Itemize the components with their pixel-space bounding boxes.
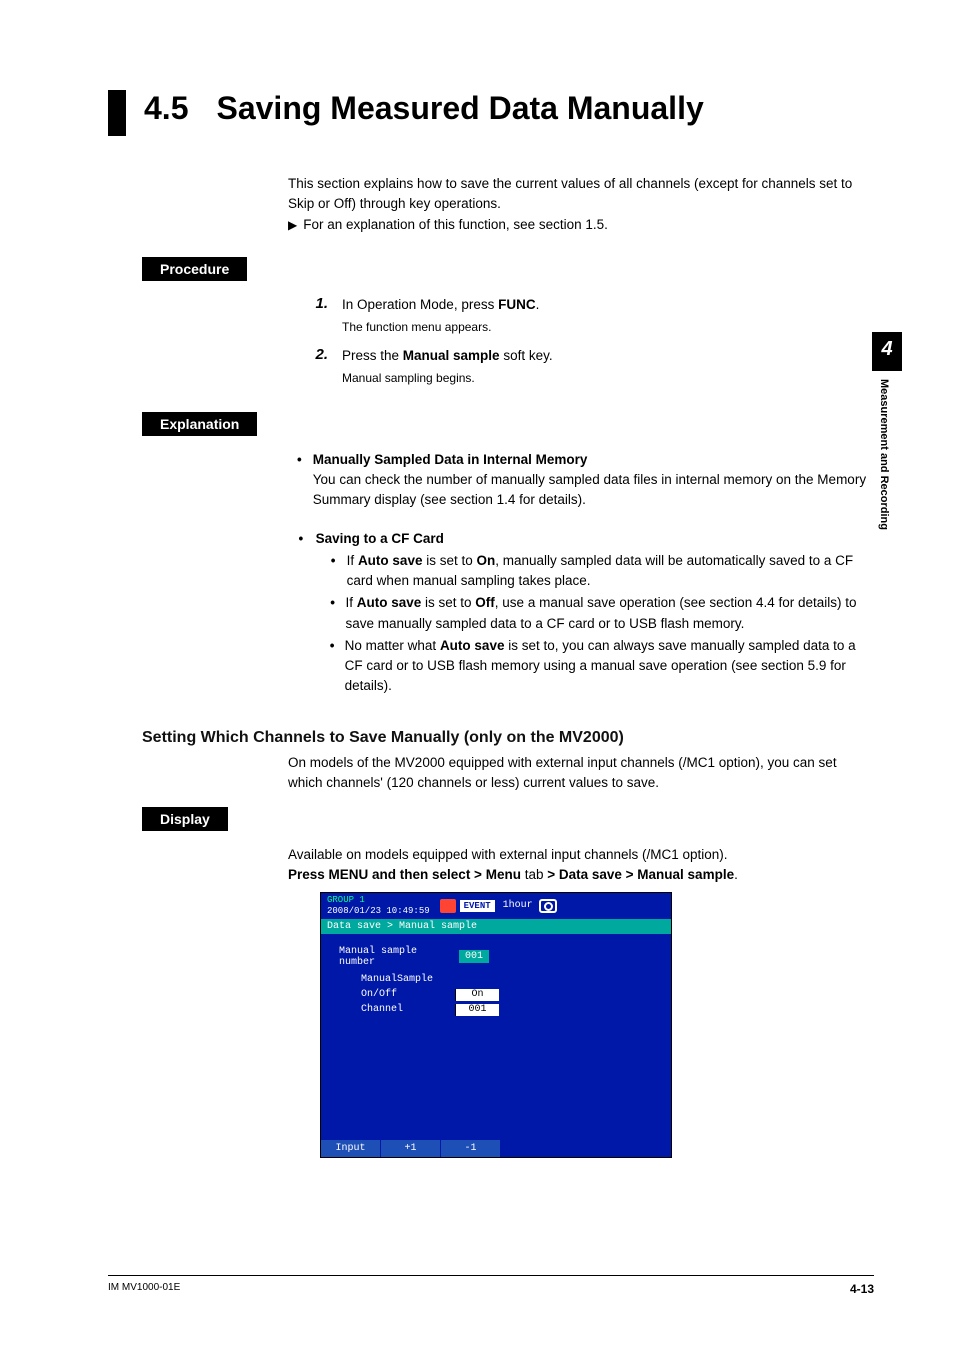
bullet-icon: • xyxy=(330,636,335,697)
procedure-step-2: 2. Press the Manual sample soft key. Man… xyxy=(308,346,874,388)
bullet-icon: • xyxy=(330,593,336,634)
explanation-content: • Manually Sampled Data in Internal Memo… xyxy=(296,450,876,699)
shot-group-label: GROUP 1 xyxy=(327,895,430,905)
shot-field-label: Manual sample number xyxy=(339,946,451,968)
shot-input-onoff[interactable]: On xyxy=(455,989,499,1001)
intro-line2: For an explanation of this function, see… xyxy=(303,215,608,235)
intro-paragraph: This section explains how to save the cu… xyxy=(288,174,868,235)
shot-timestamp: 2008/01/23 10:49:59 xyxy=(327,906,430,916)
footer-page-number: 4-13 xyxy=(850,1282,874,1296)
shot-field-label: Channel xyxy=(361,1004,451,1015)
display-line1: Available on models equipped with extern… xyxy=(288,845,868,865)
page-title-block: 4.5 Saving Measured Data Manually xyxy=(108,90,874,136)
procedure-step-1: 1. In Operation Mode, press FUNC. The fu… xyxy=(308,295,874,337)
bullet-icon: • xyxy=(296,450,303,511)
explanation-label: Explanation xyxy=(142,412,257,436)
display-nav-path: Press MENU and then select > Menu tab > … xyxy=(288,865,868,885)
reference-arrow-icon: ▶ xyxy=(288,215,297,235)
section-title: Saving Measured Data Manually xyxy=(216,90,703,136)
shot-time-scale: 1hour xyxy=(503,900,533,911)
subsection-body: On models of the MV2000 equipped with ex… xyxy=(288,753,868,794)
footer-doc-id: IM MV1000-01E xyxy=(108,1282,180,1296)
explanation-subtitle-1: Manually Sampled Data in Internal Memory xyxy=(313,452,588,467)
explanation-body-1: You can check the number of manually sam… xyxy=(313,470,876,511)
sub-bullet: • No matter what Auto save is set to, yo… xyxy=(330,636,876,697)
bullet-icon: • xyxy=(330,551,337,592)
sub-bullet: • If Auto save is set to Off, use a manu… xyxy=(330,593,876,634)
explanation-subtitle-2: Saving to a CF Card xyxy=(316,531,444,546)
shot-field-label: On/Off xyxy=(361,989,451,1000)
device-screenshot: GROUP 1 2008/01/23 10:49:59 EVENT 1hour … xyxy=(320,892,672,1158)
side-section-title: Measurement and Recording xyxy=(872,371,896,530)
page-footer: IM MV1000-01E 4-13 xyxy=(108,1275,874,1296)
procedure-label: Procedure xyxy=(142,257,247,281)
softkey-plus1[interactable]: +1 xyxy=(381,1140,441,1157)
shot-input-channel[interactable]: 001 xyxy=(455,1004,499,1016)
camera-icon xyxy=(539,899,557,913)
step-number: 1. xyxy=(308,295,328,337)
chapter-number: 4 xyxy=(872,332,902,371)
subsection-title: Setting Which Channels to Save Manually … xyxy=(142,729,874,747)
step-text: Press the Manual sample soft key. xyxy=(342,348,553,363)
step-subtext: The function menu appears. xyxy=(342,318,874,337)
softkey-input[interactable]: Input xyxy=(321,1140,381,1157)
step-text: In Operation Mode, press FUNC. xyxy=(342,297,539,312)
shot-field-value-selected[interactable]: 001 xyxy=(459,950,489,963)
shot-group-title: ManualSample xyxy=(361,974,653,985)
sub-bullet: • If Auto save is set to On, manually sa… xyxy=(330,551,876,592)
shot-breadcrumb: Data save > Manual sample xyxy=(321,919,671,934)
bullet-icon: • xyxy=(296,529,306,699)
softkey-minus1[interactable]: -1 xyxy=(441,1140,501,1157)
intro-line1: This section explains how to save the cu… xyxy=(288,174,868,215)
record-icon xyxy=(440,899,456,913)
side-tab: 4 Measurement and Recording xyxy=(872,332,902,530)
step-number: 2. xyxy=(308,346,328,388)
title-bar-decoration xyxy=(108,90,126,136)
display-label: Display xyxy=(142,807,228,831)
step-subtext: Manual sampling begins. xyxy=(342,369,874,388)
section-number: 4.5 xyxy=(144,90,188,136)
event-label: EVENT xyxy=(460,900,495,912)
